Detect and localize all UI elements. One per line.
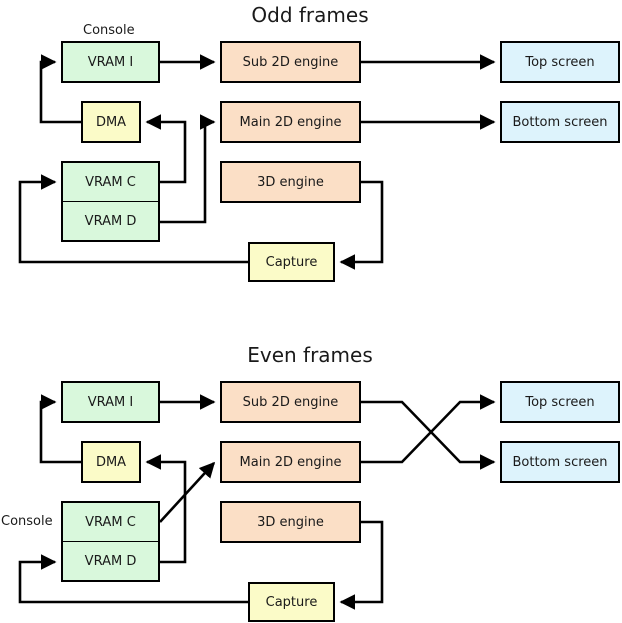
- odd-console-label: Console: [83, 23, 135, 38]
- even-node-dma[interactable]: DMA: [81, 441, 141, 483]
- even-edge-main2d-to-top-screen: [361, 394, 496, 464]
- even-node-main-2d-engine[interactable]: Main 2D engine: [220, 441, 361, 483]
- even-node-vram-i[interactable]: VRAM I: [61, 381, 160, 423]
- odd-node-3d-engine[interactable]: 3D engine: [220, 161, 361, 203]
- even-edge-sub2d-to-bottom-screen: [361, 400, 496, 470]
- even-console-label: Console: [1, 514, 53, 529]
- odd-node-capture[interactable]: Capture: [248, 242, 335, 282]
- even-node-vram-c[interactable]: VRAM C: [61, 501, 160, 542]
- diagram-canvas: Odd frames Console VRAM I DMA VRAM C VRA…: [0, 0, 622, 623]
- odd-node-vram-i[interactable]: VRAM I: [61, 41, 160, 83]
- odd-node-dma[interactable]: DMA: [81, 101, 141, 143]
- odd-node-vram-d[interactable]: VRAM D: [61, 201, 160, 242]
- even-node-top-screen[interactable]: Top screen: [500, 381, 620, 423]
- even-node-vram-d[interactable]: VRAM D: [61, 541, 160, 582]
- even-edge-vram-c-to-main2d: [159, 461, 216, 523]
- odd-node-vram-c[interactable]: VRAM C: [61, 161, 160, 202]
- odd-node-top-screen[interactable]: Top screen: [500, 41, 620, 83]
- even-node-capture[interactable]: Capture: [248, 582, 335, 622]
- odd-node-sub-2d-engine[interactable]: Sub 2D engine: [220, 41, 361, 83]
- even-node-bottom-screen[interactable]: Bottom screen: [500, 441, 620, 483]
- odd-node-main-2d-engine[interactable]: Main 2D engine: [220, 101, 361, 143]
- even-frames-title: Even frames: [247, 343, 373, 367]
- odd-node-bottom-screen[interactable]: Bottom screen: [500, 101, 620, 143]
- even-node-sub-2d-engine[interactable]: Sub 2D engine: [220, 381, 361, 423]
- odd-edge-vram-d-to-main2d: [160, 114, 216, 224]
- even-node-3d-engine[interactable]: 3D engine: [220, 501, 361, 543]
- odd-frames-title: Odd frames: [251, 3, 369, 27]
